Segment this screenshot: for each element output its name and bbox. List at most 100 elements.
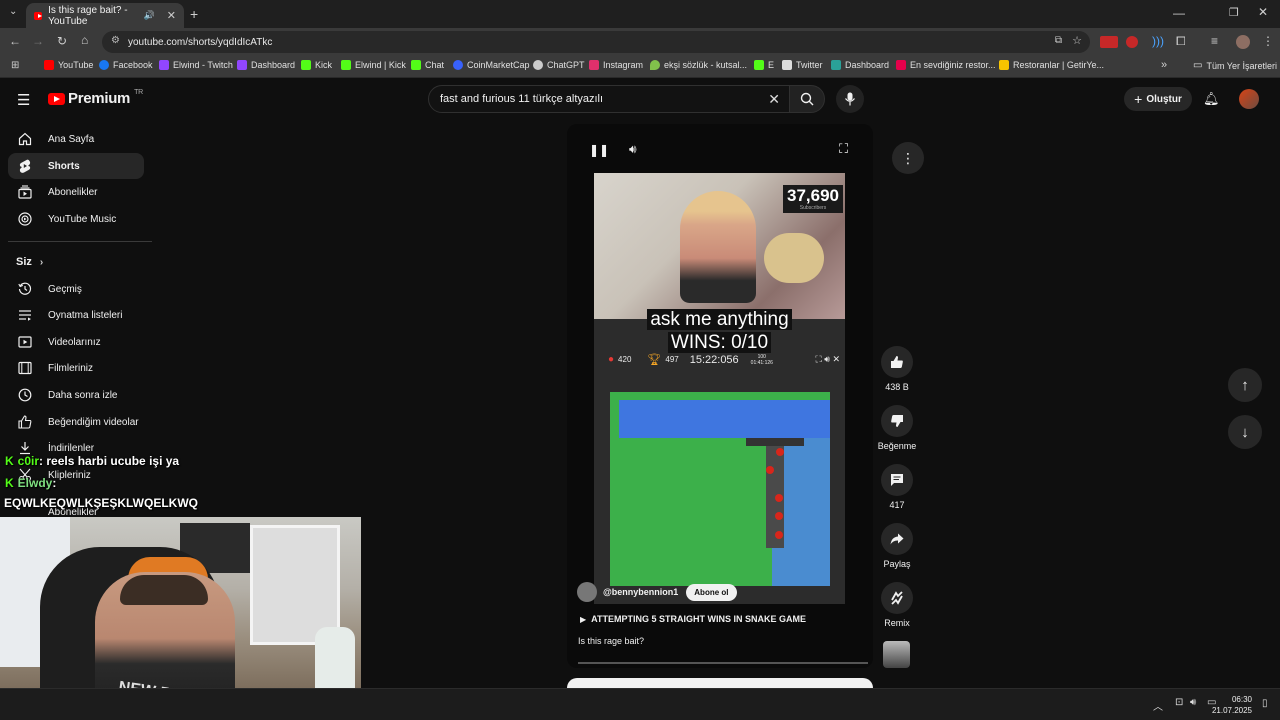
bookmark-dashboard-2[interactable]: Dashboard: [831, 60, 889, 70]
back-icon[interactable]: ←: [9, 34, 21, 48]
plus-icon: +: [1134, 91, 1143, 107]
reload-icon[interactable]: ↻: [57, 34, 67, 48]
bookmark-eksi[interactable]: ekşi sözlük - kutsal...: [650, 60, 747, 70]
bookmark-elwind-kick[interactable]: Elwind | Kick: [341, 60, 406, 70]
bookmark-star-icon[interactable]: ☆: [1072, 34, 1082, 47]
subscriptions-icon: [17, 184, 33, 200]
more-bookmarks-icon[interactable]: »: [1161, 59, 1167, 71]
comments-button[interactable]: 417: [876, 464, 918, 510]
sidebar-item-shorts[interactable]: Shorts: [8, 153, 144, 179]
dislike-button[interactable]: Beğenme: [876, 405, 918, 451]
sidebar-item-playlists[interactable]: Oynatma listeleri: [8, 302, 144, 328]
tab-close-icon[interactable]: ✕: [167, 9, 176, 22]
bookmark-restaurant-icon: [896, 60, 906, 70]
sidebar-item-liked-videos[interactable]: Beğendiğim videolar: [8, 409, 144, 435]
bookmark-chatgpt[interactable]: ChatGPT: [533, 60, 585, 70]
shorts-player[interactable]: ❚❚ 🔊︎ ⛶ 37,690 Subscribers ● 420 🏆︎ 497 …: [567, 124, 873, 668]
extension-audio-icon[interactable]: ))): [1152, 34, 1164, 48]
tab-audio-icon[interactable]: 🔊: [144, 10, 155, 21]
folder-icon: ▭: [1193, 60, 1203, 71]
sidebar-item-label: Videolarınız: [48, 336, 101, 348]
speaker-icon[interactable]: 🔊︎: [1190, 697, 1196, 708]
extension-icon[interactable]: [1126, 36, 1138, 48]
account-avatar[interactable]: [1239, 89, 1259, 109]
stream-chat-message: Kc0ir: reels harbi ucube işi ya: [5, 454, 179, 468]
next-short-button[interactable]: ↓: [1228, 415, 1262, 449]
bookmark-label: Twitter: [796, 60, 823, 70]
profile-avatar[interactable]: [1236, 35, 1250, 49]
channel-avatar[interactable]: [577, 582, 597, 602]
share-button[interactable]: Paylaş: [876, 523, 918, 569]
more-options-icon[interactable]: ⋮: [892, 142, 924, 174]
sidebar-item-movies[interactable]: Filmleriniz: [8, 355, 144, 381]
notifications-bell-icon[interactable]: 🔔︎: [1203, 91, 1220, 107]
create-button[interactable]: + Oluştur: [1124, 87, 1192, 111]
extensions-puzzle-icon[interactable]: ⧠: [1176, 34, 1186, 49]
video-title[interactable]: ▶ ATTEMPTING 5 STRAIGHT WINS IN SNAKE GAM…: [580, 614, 806, 624]
tray-chevron-icon[interactable]: ︿: [1153, 698, 1163, 713]
bookmark-youtube[interactable]: YouTube: [44, 60, 93, 70]
bookmark-getir[interactable]: Restoranlar | GetirYe...: [999, 60, 1104, 70]
forward-icon[interactable]: →: [32, 34, 44, 48]
bookmark-twitch-icon: [159, 60, 169, 70]
audio-track-thumbnail[interactable]: [883, 641, 910, 668]
site-info-icon[interactable]: ⚙: [111, 35, 120, 46]
notification-center-icon[interactable]: ▯: [1262, 698, 1268, 709]
youtube-premium-logo[interactable]: Premium TR: [48, 89, 143, 107]
taskbar-clock[interactable]: 06:30 21.07.2025: [1212, 694, 1252, 716]
bookmark-dashboard[interactable]: Dashboard: [237, 60, 295, 70]
search-button[interactable]: [789, 85, 825, 113]
extension-badge-icon[interactable]: [1100, 36, 1118, 48]
sidebar-item-history[interactable]: Geçmiş: [8, 276, 144, 302]
sidebar-you-heading[interactable]: Siz ›: [16, 256, 43, 268]
bookmark-label: ekşi sözlük - kutsal...: [664, 60, 748, 70]
home-icon: [17, 131, 33, 147]
clear-search-icon[interactable]: ✕: [768, 91, 780, 108]
channel-name[interactable]: @bennybennion1: [603, 587, 678, 597]
subscribe-button[interactable]: Abone ol: [686, 583, 737, 601]
share-label: Paylaş: [883, 559, 911, 569]
sidebar-item-watch-later[interactable]: Daha sonra izle: [8, 382, 144, 408]
voice-search-button[interactable]: [836, 85, 864, 113]
install-app-icon[interactable]: ⧉: [1055, 35, 1062, 46]
sidebar-item-home[interactable]: Ana Sayfa: [8, 126, 144, 152]
remix-button[interactable]: Remix: [876, 582, 918, 628]
sidebar-item-subscriptions[interactable]: Abonelikler: [8, 179, 144, 205]
previous-short-button[interactable]: ↑: [1228, 368, 1262, 402]
bookmark-facebook[interactable]: Facebook: [99, 60, 153, 70]
game-timer: 15:22:056: [689, 353, 739, 366]
browser-tab[interactable]: Is this rage bait? - YouTube 🔊 ✕: [26, 3, 184, 28]
bookmark-instagram[interactable]: Instagram: [589, 60, 643, 70]
browser-menu-icon[interactable]: ⋮: [1262, 34, 1274, 48]
menu-hamburger-icon[interactable]: ☰: [17, 91, 30, 109]
bookmark-e[interactable]: E: [754, 60, 774, 70]
progress-bar[interactable]: [578, 662, 868, 664]
bookmark-kick[interactable]: Kick: [301, 60, 332, 70]
bookmark-twitch[interactable]: Elwind - Twitch: [159, 60, 233, 70]
volume-icon[interactable]: 🔊︎: [629, 142, 637, 157]
close-window-icon[interactable]: ✕: [1258, 5, 1268, 19]
minimize-window-icon[interactable]: —: [1173, 6, 1185, 20]
apps-grid-icon[interactable]: ⊞: [11, 60, 19, 71]
restore-window-icon[interactable]: ❐: [1229, 6, 1239, 19]
all-bookmarks[interactable]: ▭ Tüm Yer İşaretleri: [1193, 60, 1277, 71]
search-input[interactable]: fast and furious 11 türkçe altyazılı ✕: [428, 85, 790, 113]
fullscreen-icon[interactable]: ⛶: [839, 141, 848, 157]
network-icon[interactable]: ⊡: [1175, 697, 1183, 708]
like-button[interactable]: 438 B: [876, 346, 918, 392]
tab-search-icon[interactable]: ⌄: [9, 6, 17, 17]
new-tab-icon[interactable]: +: [190, 6, 198, 22]
reading-list-icon[interactable]: ≡: [1211, 34, 1218, 48]
bookmark-yemeksepeti[interactable]: En sevdiğiniz restor...: [896, 60, 996, 70]
bookmark-chat[interactable]: Chat: [411, 60, 444, 70]
video-description: Is this rage bait?: [578, 636, 645, 646]
apple-icon: [776, 448, 784, 456]
sidebar-item-your-videos[interactable]: Videolarınız: [8, 329, 144, 355]
pause-icon[interactable]: ❚❚: [589, 143, 609, 157]
bookmark-coinmarketcap[interactable]: CoinMarketCap: [453, 60, 530, 70]
bookmark-twitter[interactable]: Twitter: [782, 60, 823, 70]
remix-label: Remix: [884, 618, 910, 628]
home-browser-icon[interactable]: ⌂: [81, 33, 88, 47]
address-bar[interactable]: ⚙ youtube.com/shorts/yqdIdIcATkc ⧉ ☆: [102, 31, 1090, 53]
sidebar-item-youtube-music[interactable]: YouTube Music: [8, 206, 144, 232]
